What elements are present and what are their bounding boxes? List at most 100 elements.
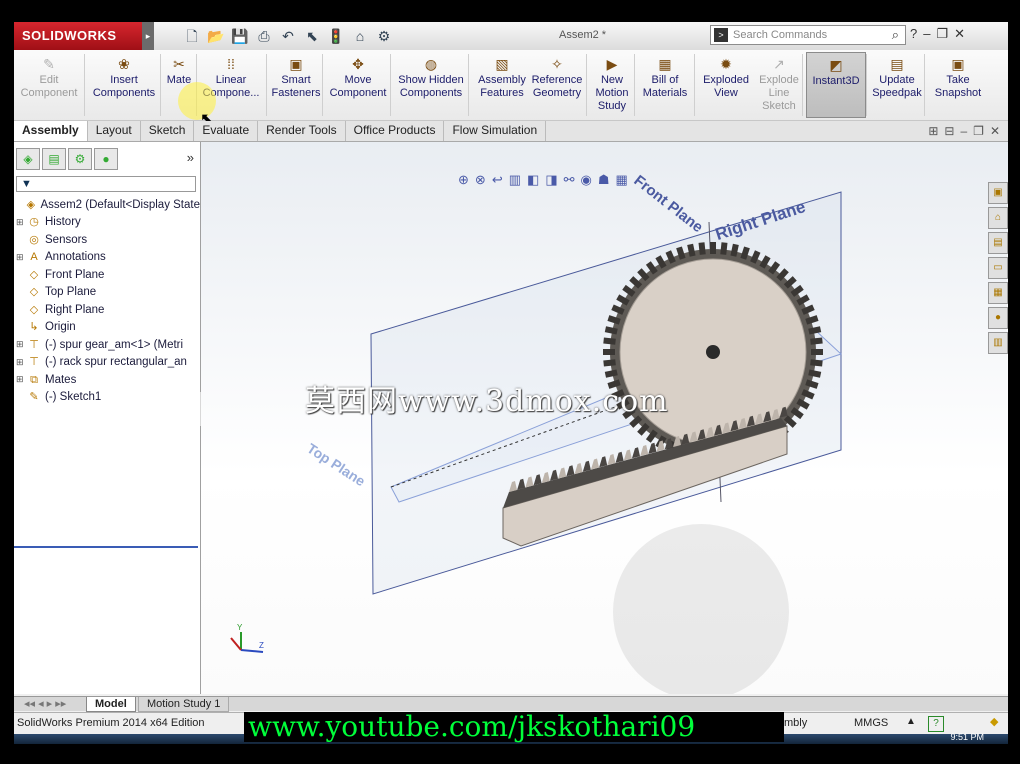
smart-fasteners-icon: ▣: [289, 56, 303, 72]
resources-icon[interactable]: ▣: [988, 182, 1008, 204]
tab-office-products[interactable]: Office Products: [346, 121, 445, 141]
tree-item[interactable]: ⊞ ⊤ (-) spur gear_am<1> (Metri: [16, 336, 200, 354]
units-up-arrow-icon[interactable]: ▲: [906, 716, 916, 727]
tree-item[interactable]: ◎ Sensors: [16, 231, 200, 249]
instant3d-button[interactable]: ◩ Instant3D: [806, 52, 866, 118]
vp-minimize-icon[interactable]: –: [960, 124, 967, 138]
vp-close-icon[interactable]: ✕: [990, 124, 1000, 138]
tree-item-label: Origin: [45, 321, 76, 334]
tab-evaluate[interactable]: Evaluate: [194, 121, 259, 141]
tree-item[interactable]: ⊞ ⊤ (-) rack spur rectangular_an: [16, 354, 200, 372]
new-motion-study-button[interactable]: ▶ New Motion Study: [590, 52, 634, 118]
menu-arrow-icon[interactable]: ▸: [142, 22, 154, 50]
file-explorer-icon[interactable]: ▤: [988, 232, 1008, 254]
move-component-button[interactable]: ✥ Move Component: [326, 52, 390, 118]
explode-line-sketch-label: Explode Line Sketch: [759, 74, 799, 112]
minimize-icon[interactable]: –: [923, 26, 930, 42]
tab-layout[interactable]: Layout: [88, 121, 141, 141]
tab-assembly[interactable]: Assembly: [14, 121, 88, 141]
coordinate-triad: Z Y: [230, 623, 264, 653]
ribbon-separator: [468, 54, 469, 116]
options-icon[interactable]: ⚙: [374, 26, 394, 46]
snapshot-icon: ▣: [951, 56, 965, 72]
tab-scroll-arrows[interactable]: ◂◂ ◂ ▸ ▸▸: [16, 697, 74, 711]
bill-of-materials-button[interactable]: ▦ Bill of Materials: [638, 52, 692, 118]
tab-flow-simulation[interactable]: Flow Simulation: [444, 121, 547, 141]
window-title: Assem2 *: [559, 29, 607, 41]
tree-item[interactable]: ⊞ ◷ History: [16, 214, 200, 232]
rollback-bar[interactable]: [14, 546, 198, 548]
update-speedpak-button[interactable]: ▤ Update Speedpak: [870, 52, 924, 118]
instant3d-label: Instant3D: [812, 75, 860, 87]
ribbon-separator: [390, 54, 391, 116]
select-arrow-icon[interactable]: ⬉: [302, 26, 322, 46]
undo-icon[interactable]: ↶: [278, 26, 298, 46]
custom-props-icon[interactable]: ▥: [988, 332, 1008, 354]
appearance-tab-icon[interactable]: ●: [94, 148, 118, 170]
tree-item[interactable]: ◈ Assem2 (Default<Display State: [16, 196, 200, 214]
title-bar: SOLIDWORKS ▸ 🗋 📂 💾 ⎙ ↶ ⬉ 🚦 ⌂ ⚙ Assem2 * …: [14, 22, 1008, 51]
tab-render-tools[interactable]: Render Tools: [258, 121, 346, 141]
graphics-viewport[interactable]: ⊕ ⊗ ↩ ▥ ◧ ◨ ⚯ ◉ ☗ ▦ Z Y Front Plane Righ…: [201, 142, 1008, 694]
restore-icon[interactable]: ❐: [936, 26, 948, 42]
expand-icon[interactable]: ⊞: [16, 252, 26, 263]
expand-icon[interactable]: ⊞: [16, 357, 26, 368]
tree-item[interactable]: ⊞ A Annotations: [16, 249, 200, 267]
open-folder-icon[interactable]: 📂: [206, 26, 226, 46]
config-tab-icon[interactable]: ⚙: [68, 148, 92, 170]
rebuild-icon[interactable]: 🚦: [326, 26, 346, 46]
tree-filter[interactable]: ▼: [16, 176, 196, 192]
search-commands-field[interactable]: > Search Commands ⌕: [710, 25, 906, 45]
smart-fasteners-button[interactable]: ▣ Smart Fasteners: [268, 52, 324, 118]
insert-components-button[interactable]: ❀ Insert Components: [88, 52, 160, 118]
tree-item[interactable]: ◇ Right Plane: [16, 301, 200, 319]
units-selector[interactable]: MMGS: [854, 717, 888, 729]
reference-geometry-icon: ✧: [551, 56, 563, 72]
print-icon[interactable]: ⎙: [254, 26, 274, 46]
tab-motion-study[interactable]: Motion Study 1: [138, 697, 230, 712]
view-palette-icon[interactable]: ▦: [988, 282, 1008, 304]
history-icon: ◷: [29, 216, 39, 229]
expand-icon[interactable]: ⊞: [16, 374, 26, 385]
assembly-features-button[interactable]: ▧ Assembly Features: [472, 52, 532, 118]
show-hidden-button[interactable]: ◍ Show Hidden Components: [394, 52, 468, 118]
tree-item[interactable]: ✎ (-) Sketch1: [16, 389, 200, 407]
save-icon[interactable]: 💾: [230, 26, 250, 46]
tab-sketch[interactable]: Sketch: [141, 121, 195, 141]
search-icon[interactable]: ⌕: [892, 27, 899, 43]
move-component-label: Move Component: [329, 74, 387, 99]
new-file-icon[interactable]: 🗋: [182, 26, 202, 46]
help-status-icon[interactable]: ?: [928, 716, 944, 732]
expand-icon[interactable]: ⊞: [16, 217, 26, 228]
expand-icon[interactable]: ⊞: [16, 339, 26, 350]
gear-tooth: [603, 349, 615, 355]
property-tab-icon[interactable]: ▤: [42, 148, 66, 170]
appearances-icon[interactable]: ●: [988, 307, 1008, 329]
annotations-icon: A: [30, 251, 38, 264]
take-snapshot-button[interactable]: ▣ Take Snapshot: [928, 52, 988, 118]
edit-component-icon: ✎: [43, 56, 55, 72]
gear-reflection: [613, 524, 789, 694]
tree-item-label: (-) rack spur rectangular_an: [45, 356, 187, 369]
solidworks-logo[interactable]: SOLIDWORKS: [14, 22, 142, 50]
design-library-icon[interactable]: ⌂: [988, 207, 1008, 229]
expand-panel-icon[interactable]: »: [187, 150, 194, 165]
tree-item[interactable]: ⊞ ⧉ Mates: [16, 371, 200, 389]
tile-icon[interactable]: ⊞: [928, 124, 938, 138]
tree-item[interactable]: ◇ Top Plane: [16, 284, 200, 302]
exploded-view-button[interactable]: ✹ Exploded View: [698, 52, 754, 118]
tree-item[interactable]: ↳ Origin: [16, 319, 200, 337]
tree-item[interactable]: ◇ Front Plane: [16, 266, 200, 284]
edit-component-button[interactable]: ✎ Edit Component: [14, 52, 84, 118]
close-icon[interactable]: ✕: [954, 26, 965, 42]
feature-tree-tab-icon[interactable]: ◈: [16, 148, 40, 170]
tag-icon[interactable]: ◆: [990, 715, 998, 728]
split-icon[interactable]: ⊟: [944, 124, 954, 138]
reference-geometry-button[interactable]: ✧ Reference Geometry: [528, 52, 586, 118]
tab-model[interactable]: Model: [86, 697, 136, 712]
folder-icon[interactable]: ▭: [988, 257, 1008, 279]
file-properties-icon[interactable]: ⌂: [350, 26, 370, 46]
help-icon[interactable]: ?: [910, 26, 917, 42]
vp-restore-icon[interactable]: ❐: [973, 124, 984, 138]
explode-line-sketch-button[interactable]: ↗ Explode Line Sketch: [756, 52, 802, 118]
